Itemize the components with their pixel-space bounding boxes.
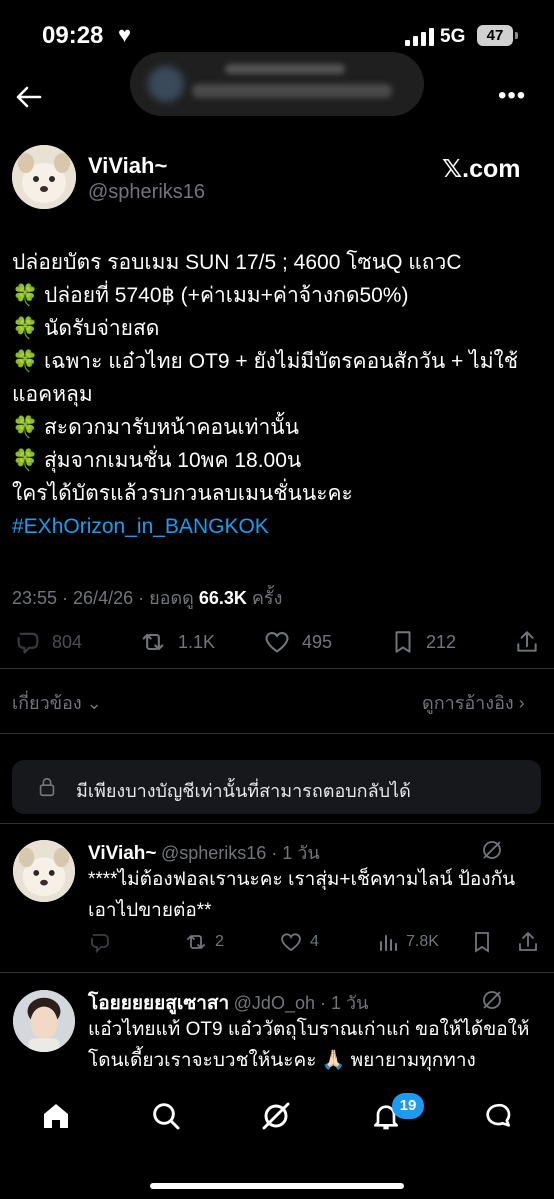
avatar[interactable]: [13, 840, 75, 902]
battery-icon: 47: [477, 25, 518, 46]
divider: [0, 972, 554, 973]
bookmark-icon: [395, 631, 411, 653]
divider: [0, 823, 554, 824]
bookmark-button[interactable]: 212: [390, 628, 456, 656]
reply-restriction-notice: มีเพียงบางบัญชีเท่านั้นที่สามารถตอบกลับไ…: [12, 760, 541, 814]
divider: [0, 733, 554, 734]
reply-author-name[interactable]: ViViah~: [88, 843, 157, 864]
reply-handle[interactable]: @spheriks16 · 1 วัน: [161, 843, 320, 863]
reply-icon: [17, 632, 39, 654]
network-type: 5G: [440, 26, 466, 47]
more-horizontal-icon[interactable]: •••: [498, 82, 526, 110]
share-icon[interactable]: [516, 930, 540, 954]
repost-button[interactable]: 1.1K: [138, 628, 215, 656]
grok-icon[interactable]: [480, 988, 504, 1012]
reply-text: ****ไม่ต้องฟอลเรานะคะ เราสุ่ม+เช็คทามไลน…: [88, 869, 516, 921]
reply-handle[interactable]: @JdO_oh · 1 วัน: [234, 993, 369, 1013]
timestamp[interactable]: 23:55 · 26/4/26 · ยอดดู: [12, 588, 199, 608]
repost-count: 2: [215, 933, 224, 950]
related-label: เกี่ยวข้อง: [12, 693, 82, 713]
lock-icon: [39, 777, 55, 797]
tweet-line: 🍀 สุ่มจากเมนชั่น 10พค 18.00น: [12, 449, 302, 472]
reply-icon: [91, 934, 109, 954]
reply-header: ViViah~ @spheriks16 · 1 วัน: [88, 838, 320, 867]
bottom-tab-bar: [0, 1080, 554, 1199]
blurred-context-pill[interactable]: [130, 52, 424, 116]
x-com-logo[interactable]: 𝕏.com: [442, 154, 521, 184]
reply-button[interactable]: 804: [14, 628, 82, 656]
quotes-label: ดูการอ้างอิง: [422, 693, 514, 713]
tweet-meta: 23:55 · 26/4/26 · ยอดดู 66.3K ครั้ง: [12, 583, 282, 612]
tweet-line: 🍀 สะดวกมารับหน้าคอนเท่านั้น: [12, 416, 299, 439]
tweet-line: 🍀 ปล่อยที่ 5740฿ (+ค่าเมม+ค่าจ้างกด50%): [12, 284, 409, 307]
tweet-line: ใครได้บัตรแล้วรบกวนลบเมนชั่นนะคะ: [12, 482, 353, 505]
back-arrow-icon[interactable]: [14, 82, 44, 112]
tweet-text: ปล่อยบัตร รอบเมม SUN 17/5 ; 4600 โซนQ แถ…: [12, 246, 542, 543]
hashtag-link[interactable]: #EXhOrizon_in_BANGKOK: [12, 510, 542, 543]
reply-text: แอ๋วไทยแท้ OT9 แอ๋ววัตถุโบราณเก่าแก่ ขอใ…: [88, 1019, 530, 1071]
like-button[interactable]: 4: [278, 930, 319, 954]
related-dropdown[interactable]: เกี่ยวข้อง ⌄: [12, 688, 102, 717]
reply-author-name[interactable]: โอยยยยยสูเซาสา: [88, 993, 229, 1014]
like-count: 4: [310, 933, 319, 950]
reply-count: 804: [52, 631, 83, 652]
author-name[interactable]: ViViah~: [88, 153, 167, 179]
share-button[interactable]: [514, 628, 550, 656]
views-button[interactable]: 7.8K: [376, 930, 439, 954]
divider: [0, 668, 554, 669]
status-time: 09:28: [42, 22, 104, 49]
notification-badge: 19: [392, 1093, 424, 1119]
view-count[interactable]: 66.3K: [199, 588, 247, 608]
tweet-line: 🍀 เฉพาะ แอ๋วไทย OT9 + ยังไม่มีบัตรคอนสัก…: [12, 350, 519, 406]
heart-status-icon: ♥: [118, 22, 132, 47]
view-quotes-link[interactable]: ดูการอ้างอิง ›: [422, 688, 525, 717]
chevron-right-icon: ›: [513, 693, 525, 713]
heart-icon: [265, 631, 289, 653]
share-icon: [517, 631, 537, 652]
bookmark-count: 212: [426, 631, 457, 652]
home-icon[interactable]: [40, 1100, 72, 1132]
tweet-line: 🍀 นัดรับจ่ายสด: [12, 317, 160, 340]
views-count: 7.8K: [406, 933, 439, 950]
search-icon[interactable]: [150, 1100, 182, 1132]
analytics-icon: [380, 935, 397, 951]
home-indicator[interactable]: [150, 1183, 404, 1189]
repost-icon: [187, 935, 205, 949]
view-suffix: ครั้ง: [246, 588, 283, 608]
reply-button[interactable]: [88, 930, 118, 954]
like-count: 495: [302, 631, 333, 652]
grok-icon[interactable]: [260, 1100, 292, 1132]
avatar[interactable]: [12, 145, 76, 209]
author-handle[interactable]: @spheriks16: [88, 181, 205, 204]
like-button[interactable]: 495: [262, 628, 332, 656]
notice-text: มีเพียงบางบัญชีเท่านั้นที่สามารถตอบกลับไ…: [76, 781, 411, 801]
grok-icon[interactable]: [480, 838, 504, 862]
bookmark-icon[interactable]: [470, 930, 494, 954]
messages-icon[interactable]: [482, 1100, 514, 1132]
repost-icon: [142, 633, 164, 651]
repost-count: 1.1K: [178, 631, 216, 652]
repost-button[interactable]: 2: [183, 930, 224, 954]
cellular-signal-icon: [405, 28, 435, 46]
chevron-down-icon: ⌄: [81, 693, 102, 713]
avatar[interactable]: [13, 990, 75, 1052]
tweet-line: ปล่อยบัตร รอบเมม SUN 17/5 ; 4600 โซนQ แถ…: [12, 251, 462, 274]
heart-icon: [281, 933, 301, 952]
